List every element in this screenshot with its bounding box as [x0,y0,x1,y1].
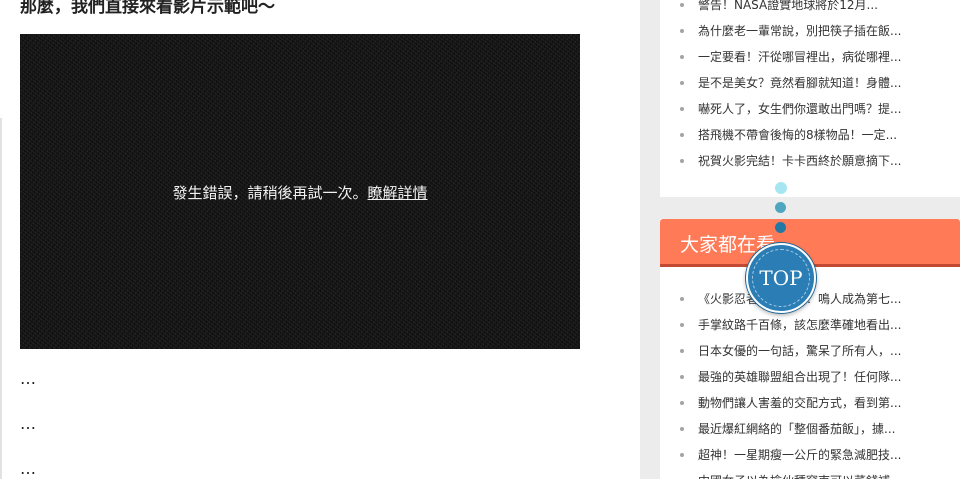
article-intro-text: 那麼，我們直接來看影片示範吧～ [20,0,275,17]
article-link[interactable]: 是不是美女？竟然看腳就知道！身體... [680,70,920,96]
popular-link[interactable]: 超神！一星期瘦一公斤的緊急減肥技... [680,442,920,468]
video-player[interactable]: 發生錯誤，請稍後再試一次。瞭解詳情 [20,34,580,349]
ellipsis-line: … [20,414,36,433]
ellipsis-line: … [20,459,36,478]
decorative-dot [775,182,787,194]
popular-list: 《火影忍者》大結局！鳴人成為第七... 手掌紋路千百條，該怎麼準確地看出... … [680,286,920,479]
article-list: 警告！NASA證實地球將於12月... 為什麼老一輩常說，別把筷子插在飯... … [680,0,920,174]
article-link[interactable]: 搭飛機不帶會後悔的8樣物品！一定... [680,122,920,148]
popular-link[interactable]: 日本女優的一句話，驚呆了所有人，... [680,338,920,364]
popular-link[interactable]: 最近爆紅網絡的「整個番茄飯」，據... [680,416,920,442]
back-to-top-button[interactable]: TOP [746,243,816,313]
popular-link[interactable]: 動物們讓人害羞的交配方式，看到第... [680,390,920,416]
sidebar-panel-articles: 警告！NASA證實地球將於12月... 為什麼老一輩常說，別把筷子插在飯... … [660,0,960,197]
sidebar: 警告！NASA證實地球將於12月... 為什麼老一輩常說，別把筷子插在飯... … [660,0,960,479]
video-error-message: 發生錯誤，請稍後再試一次。瞭解詳情 [20,182,580,203]
decorative-dot [775,202,786,213]
article-main: 那麼，我們直接來看影片示範吧～ 發生錯誤，請稍後再試一次。瞭解詳情 … … … [0,0,640,479]
ellipsis-line: … [20,369,36,388]
article-link[interactable]: 警告！NASA證實地球將於12月... [680,0,920,18]
article-link[interactable]: 嚇死人了，女生們你還敢出門嗎？提... [680,96,920,122]
popular-link[interactable]: 最強的英雄聯盟組合出現了！任何隊... [680,364,920,390]
video-error-text: 發生錯誤，請稍後再試一次。 [172,184,368,202]
article-link[interactable]: 為什麼老一輩常說，別把筷子插在飯... [680,18,920,44]
article-link[interactable]: 祝賀火影完結！卡卡西終於願意摘下... [680,148,920,174]
popular-link[interactable]: 手掌紋路千百條，該怎麼準確地看出... [680,312,920,338]
column-edge [0,118,2,479]
learn-more-link[interactable]: 瞭解詳情 [368,184,428,202]
article-link[interactable]: 一定要看！汗從哪冒裡出，病從哪裡... [680,44,920,70]
popular-link[interactable]: 中國女子以為撿伙種窩東可以菜錢補... [680,468,920,479]
decorative-dot [775,222,786,233]
back-to-top-label: TOP [759,266,803,290]
